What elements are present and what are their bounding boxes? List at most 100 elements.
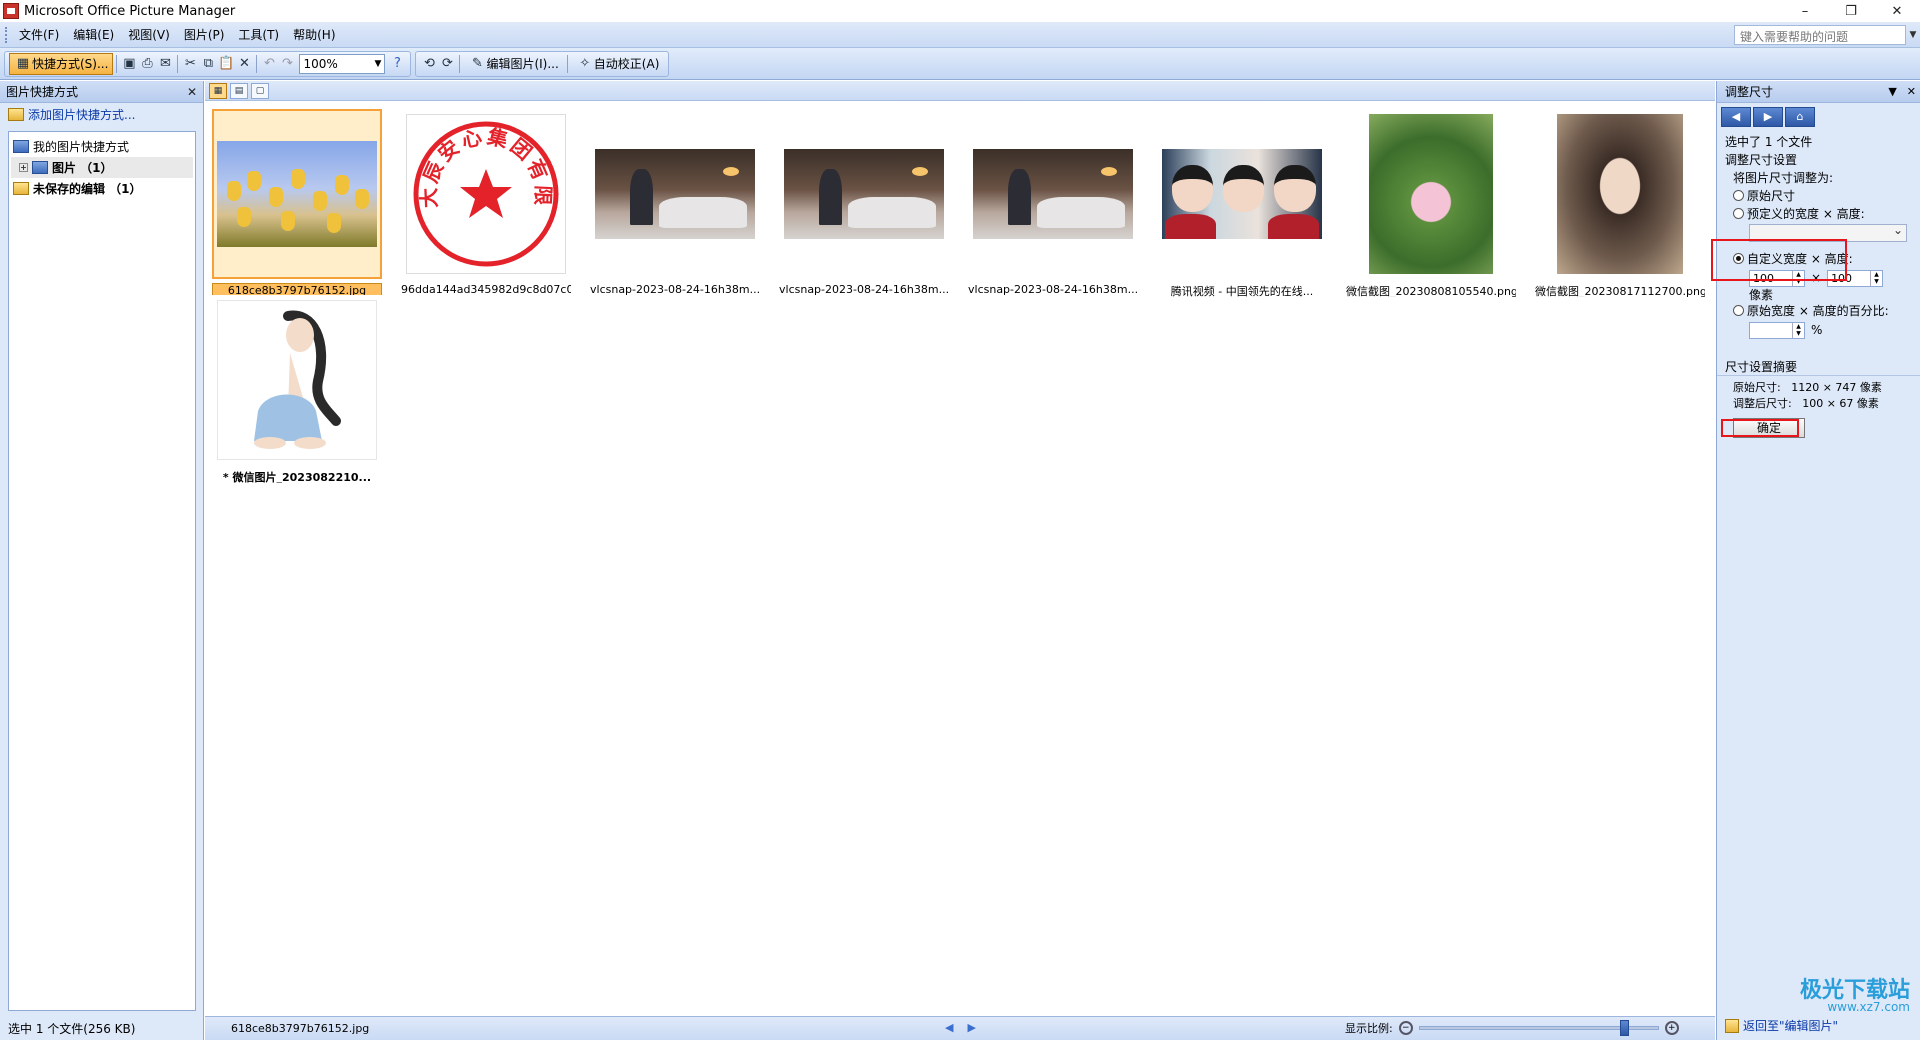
add-shortcut-link[interactable]: 添加图片快捷方式... xyxy=(0,103,203,125)
menu-tools[interactable]: 工具(T) xyxy=(231,22,286,48)
thumbnail-view-icon[interactable]: ▦ xyxy=(209,82,227,99)
zoom-out-icon[interactable]: − xyxy=(1398,1021,1413,1035)
panel-header: 图片快捷方式 ✕ xyxy=(0,81,203,103)
single-view-icon[interactable]: ▢ xyxy=(251,82,269,99)
thumbnail-frame[interactable] xyxy=(212,109,382,279)
previous-icon[interactable]: ◀ xyxy=(945,1021,953,1034)
radio-predefined[interactable] xyxy=(1733,208,1744,219)
thumbnail-view: ▦ ▤ ▢ 618ce8b3797b76152.jpg 大辰安心集团有限 96d… xyxy=(205,81,1715,1040)
view-mode-bar: ▦ ▤ ▢ xyxy=(205,81,1715,101)
save-icon[interactable]: ▣ xyxy=(120,53,138,75)
zoom-select[interactable]: 100% ▼ xyxy=(299,53,386,74)
delete-icon[interactable]: ✕ xyxy=(235,53,253,75)
help-icon[interactable]: ? xyxy=(388,53,406,75)
filmstrip-view-icon[interactable]: ▤ xyxy=(230,82,248,99)
task-pane-header: 调整尺寸 ▼ ✕ xyxy=(1717,81,1920,103)
forward-icon[interactable]: ▶ xyxy=(1753,107,1783,127)
toolbar-separator xyxy=(256,54,258,73)
thumbnail-image xyxy=(1369,114,1493,274)
thumbnail-item[interactable]: vlcsnap-2023-08-24-16h38m... xyxy=(779,109,949,297)
email-icon[interactable]: ✉ xyxy=(156,53,174,75)
thumbnail-label: vlcsnap-2023-08-24-16h38m... xyxy=(590,283,760,296)
help-dropdown-icon[interactable]: ▼ xyxy=(1906,25,1920,45)
task-pane-menu-icon[interactable]: ▼ xyxy=(1888,85,1896,98)
option-predefined-size[interactable]: 预定义的宽度 × 高度: xyxy=(1717,205,1920,223)
next-icon[interactable]: ▶ xyxy=(967,1021,975,1034)
thumbnail-item[interactable]: 腾讯视频 - 中国领先的在线... xyxy=(1157,109,1327,297)
menu-view[interactable]: 视图(V) xyxy=(121,22,177,48)
thumbnail-frame[interactable]: 大辰安心集团有限公司 xyxy=(401,109,571,279)
toolbar-picture: ⟲ ⟳ ✎ 编辑图片(I)... ✧ 自动校正(A) xyxy=(415,50,670,77)
menu-edit[interactable]: 编辑(E) xyxy=(66,22,121,48)
zoom-in-icon[interactable]: + xyxy=(1664,1021,1679,1035)
close-button[interactable]: ✕ xyxy=(1874,0,1920,22)
thumbnail-frame[interactable] xyxy=(968,109,1138,279)
tree-item-label: 我的图片快捷方式 xyxy=(33,140,130,154)
thumbnail-frame[interactable] xyxy=(1535,109,1705,279)
tree-item-unsaved-edits[interactable]: 未保存的编辑 （1） xyxy=(11,178,193,199)
rotate-left-icon[interactable]: ⟲ xyxy=(420,53,438,75)
thumbnail-label: 微信截图_20230817112700.png xyxy=(1535,285,1705,297)
cut-icon[interactable]: ✂ xyxy=(181,53,199,75)
back-to-edit-link[interactable]: 返回至"编辑图片" xyxy=(1725,1017,1838,1034)
thumbnail-image xyxy=(1557,114,1683,274)
copy-icon[interactable]: ⧉ xyxy=(199,53,217,75)
rotate-right-icon[interactable]: ⟳ xyxy=(438,53,456,75)
undo-icon[interactable]: ↶ xyxy=(260,53,278,75)
status-file-name: 618ce8b3797b76152.jpg xyxy=(231,1022,370,1035)
zoom-slider[interactable] xyxy=(1418,1020,1659,1036)
task-pane-nav: ◀ ▶ ⌂ xyxy=(1717,103,1920,127)
option-percent-size[interactable]: 原始宽度 × 高度的百分比: xyxy=(1717,302,1920,320)
thumbnail-frame[interactable] xyxy=(590,109,760,279)
stepper-arrows-icon[interactable]: ▲ ▼ xyxy=(1870,270,1882,286)
menu-grip[interactable] xyxy=(5,26,8,43)
highlight-ok-button xyxy=(1721,419,1799,437)
back-icon[interactable]: ◀ xyxy=(1721,107,1751,127)
window-title: Microsoft Office Picture Manager xyxy=(24,3,236,19)
task-pane-close-icon[interactable]: ✕ xyxy=(1907,85,1916,98)
thumbnail-label: 96dda144ad345982d9c8d07c0... xyxy=(401,283,571,296)
tree-item-pictures[interactable]: + 图片 （1） xyxy=(11,157,193,178)
expand-icon[interactable]: + xyxy=(19,163,28,172)
stepper-arrows-icon[interactable]: ▲ ▼ xyxy=(1792,322,1804,338)
tree-item-my-shortcuts[interactable]: 我的图片快捷方式 xyxy=(11,136,193,157)
print-icon[interactable]: ⎙ xyxy=(138,53,156,75)
thumbnail-label: * 微信图片_2023082210... xyxy=(222,471,372,483)
restore-button[interactable]: ❐ xyxy=(1828,0,1874,22)
thumbnail-frame[interactable] xyxy=(779,109,949,279)
thumbnail-frame[interactable] xyxy=(1346,109,1516,279)
new-size-label: 调整后尺寸: xyxy=(1733,397,1792,410)
thumbnail-item[interactable]: vlcsnap-2023-08-24-16h38m... xyxy=(968,109,1138,297)
original-size-row: 原始尺寸: 1120 × 747 像素 xyxy=(1717,380,1920,396)
auto-correct-icon: ✧ xyxy=(579,56,591,71)
option-label: 预定义的宽度 × 高度: xyxy=(1747,207,1865,221)
thumbnail-frame[interactable] xyxy=(212,295,382,465)
zoom-slider-thumb[interactable] xyxy=(1619,1020,1629,1036)
edit-picture-button[interactable]: ✎ 编辑图片(I)... xyxy=(463,53,563,75)
menu-file[interactable]: 文件(F) xyxy=(12,22,66,48)
menu-help[interactable]: 帮助(H) xyxy=(286,22,342,48)
redo-icon[interactable]: ↷ xyxy=(278,53,296,75)
thumbnail-item[interactable]: 微信截图_20230808105540.png xyxy=(1346,109,1516,297)
auto-correct-button[interactable]: ✧ 自动校正(A) xyxy=(571,53,665,75)
radio-original[interactable] xyxy=(1733,190,1744,201)
edit-picture-icon: ✎ xyxy=(471,56,483,71)
close-icon[interactable]: ✕ xyxy=(187,85,197,99)
zoom-value: 100% xyxy=(303,56,338,71)
thumbnail-item[interactable]: vlcsnap-2023-08-24-16h38m... xyxy=(590,109,760,297)
menu-picture[interactable]: 图片(P) xyxy=(177,22,232,48)
radio-percent[interactable] xyxy=(1733,305,1744,316)
percent-stepper[interactable]: ▲ ▼ xyxy=(1749,321,1805,339)
thumbnail-frame[interactable] xyxy=(1157,109,1327,279)
shortcuts-button[interactable]: ▦ 快捷方式(S)... xyxy=(9,52,114,75)
thumbnail-item[interactable]: 微信截图_20230817112700.png xyxy=(1535,109,1705,297)
minimize-button[interactable]: – xyxy=(1782,0,1828,22)
thumbnail-item[interactable]: * 微信图片_2023082210... xyxy=(212,295,382,483)
resize-settings-title: 调整尺寸设置 xyxy=(1725,153,1798,167)
thumbnail-item[interactable]: 618ce8b3797b76152.jpg xyxy=(212,109,382,297)
thumbnail-item[interactable]: 大辰安心集团有限公司 96dda144ad345982d9c8d07c0... xyxy=(401,109,571,297)
home-icon[interactable]: ⌂ xyxy=(1785,107,1815,127)
help-search-input[interactable]: 键入需要帮助的问题 xyxy=(1734,25,1906,45)
option-original-size[interactable]: 原始尺寸 xyxy=(1717,187,1920,205)
paste-icon[interactable]: 📋 xyxy=(217,53,235,75)
